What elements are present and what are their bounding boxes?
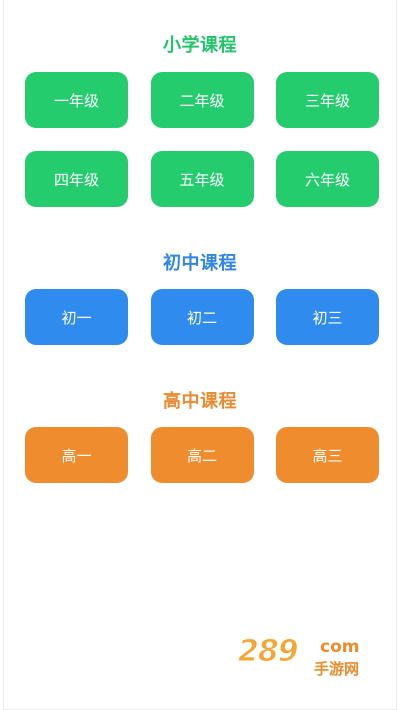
section-title-senior: 高中课程 xyxy=(163,391,237,411)
junior-button-1[interactable]: 初一 xyxy=(25,289,128,345)
watermark-logo: 289 com 手游网 xyxy=(238,634,360,679)
watermark-tagline: 手游网 xyxy=(314,660,359,678)
watermark-suffix: com xyxy=(320,637,359,657)
junior-button-3[interactable]: 初三 xyxy=(276,289,379,345)
grade-button-5[interactable]: 五年级 xyxy=(150,151,254,207)
primary-grade-grid: 一年级 二年级 三年级 四年级 五年级 六年级 xyxy=(25,72,379,207)
junior-button-2[interactable]: 初二 xyxy=(150,289,254,345)
grade-button-3[interactable]: 三年级 xyxy=(276,72,379,128)
senior-button-3[interactable]: 高三 xyxy=(276,427,379,483)
grade-button-4[interactable]: 四年级 xyxy=(25,151,128,207)
grade-button-1[interactable]: 一年级 xyxy=(25,72,128,128)
grade-button-2[interactable]: 二年级 xyxy=(150,72,254,128)
senior-button-2[interactable]: 高二 xyxy=(150,427,254,483)
junior-grade-grid: 初一 初二 初三 xyxy=(25,289,379,345)
watermark-number: 289 xyxy=(238,634,298,669)
section-title-junior: 初中课程 xyxy=(163,253,237,273)
senior-grade-grid: 高一 高二 高三 xyxy=(25,427,379,483)
senior-button-1[interactable]: 高一 xyxy=(25,427,128,483)
grade-button-6[interactable]: 六年级 xyxy=(276,151,379,207)
section-title-primary: 小学课程 xyxy=(163,35,237,55)
